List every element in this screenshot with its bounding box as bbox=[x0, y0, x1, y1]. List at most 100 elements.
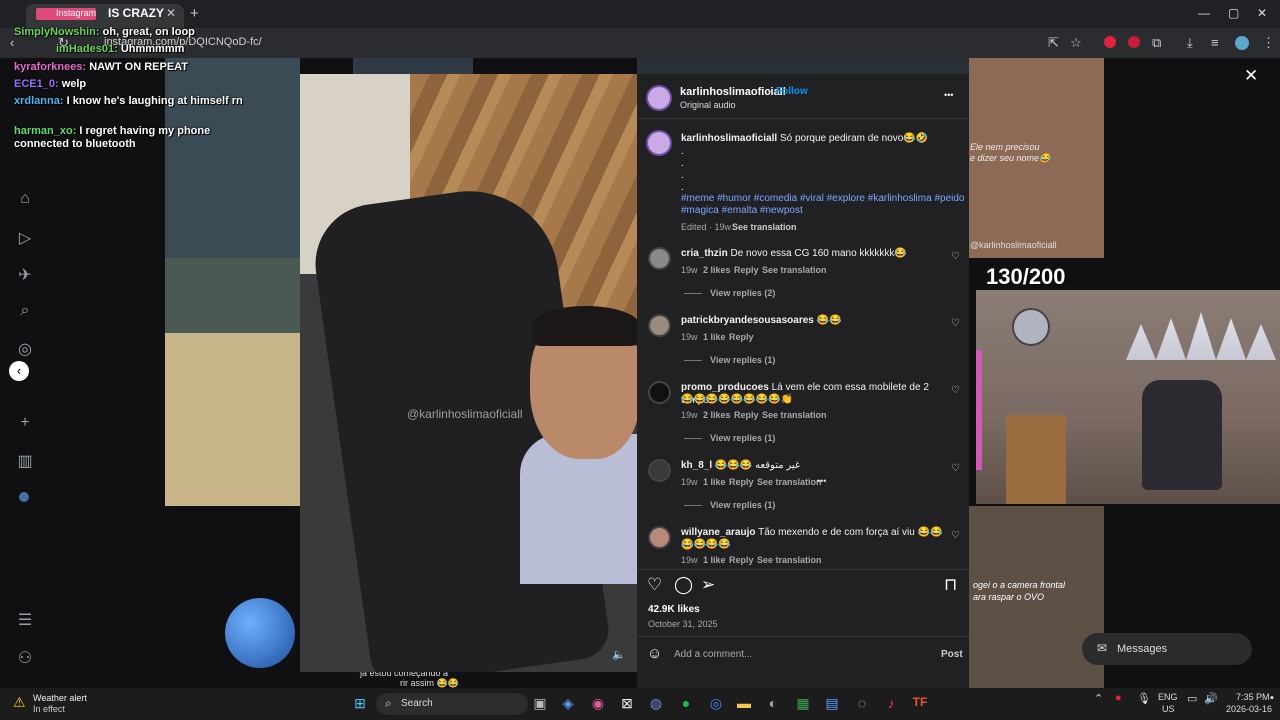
minimize-button[interactable]: — bbox=[1198, 6, 1210, 20]
comment-translate[interactable]: See translation bbox=[762, 410, 827, 420]
chrome-icon[interactable]: ◎ bbox=[706, 695, 726, 713]
more-menu-icon[interactable]: ☰ bbox=[16, 610, 34, 630]
view-replies[interactable]: View replies (1) bbox=[710, 433, 775, 443]
share-icon[interactable]: ➢ bbox=[701, 575, 715, 595]
window-close-button[interactable]: ✕ bbox=[1257, 6, 1267, 20]
view-replies[interactable]: View replies (1) bbox=[710, 500, 775, 510]
save-bookmark-icon[interactable]: ⊓ bbox=[944, 575, 957, 595]
comment-likes[interactable]: 1 like bbox=[703, 555, 726, 565]
new-tab-button[interactable]: + bbox=[190, 5, 199, 22]
speaker-icon[interactable]: 🔈 bbox=[612, 648, 626, 661]
network-icon[interactable]: ▭ bbox=[1187, 692, 1197, 705]
comment-translate[interactable]: See translation bbox=[757, 555, 822, 565]
maximize-button[interactable]: ▢ bbox=[1228, 6, 1239, 20]
close-modal-icon[interactable]: ✕ bbox=[1244, 66, 1258, 86]
taskbar-search-box[interactable] bbox=[376, 693, 528, 715]
extensions-puzzle-icon[interactable]: ⧉ bbox=[1152, 35, 1161, 51]
menu-icon[interactable]: ⋮ bbox=[1262, 35, 1275, 51]
extension-icon-2[interactable] bbox=[1128, 36, 1140, 48]
meta-icon[interactable]: ⚇ bbox=[16, 648, 34, 668]
comment-reply[interactable]: Reply bbox=[734, 265, 759, 275]
copilot-icon[interactable]: ◈ bbox=[558, 695, 578, 713]
create-icon[interactable]: + bbox=[16, 414, 34, 432]
extension-icon-1[interactable] bbox=[1104, 36, 1116, 48]
author-avatar[interactable] bbox=[646, 85, 672, 111]
comment-translate[interactable]: See translation bbox=[762, 265, 827, 275]
warning-icon[interactable]: ⚠ bbox=[13, 694, 26, 711]
emoji-icon[interactable]: ☺ bbox=[647, 645, 662, 662]
tab-close-icon[interactable]: ✕ bbox=[166, 6, 176, 20]
app-icon-3[interactable]: TF bbox=[910, 695, 930, 713]
discord-icon[interactable]: ◍ bbox=[646, 695, 666, 713]
hashtags-line-2[interactable]: #magica #emalta #newpost bbox=[681, 205, 803, 217]
comment-reply[interactable]: Reply bbox=[734, 410, 759, 420]
comment-avatar[interactable] bbox=[648, 381, 671, 404]
like-heart-icon[interactable]: ♡ bbox=[647, 575, 662, 595]
comment-avatar[interactable] bbox=[648, 314, 671, 337]
comment-input[interactable]: Add a comment... bbox=[674, 649, 752, 660]
volume-icon[interactable]: 🔊 bbox=[1204, 692, 1218, 705]
view-replies[interactable]: View replies (2) bbox=[710, 288, 775, 298]
caption-avatar[interactable] bbox=[646, 130, 672, 156]
comment-username[interactable]: willyane_araujo bbox=[681, 527, 755, 538]
weather-title[interactable]: Weather alert bbox=[33, 693, 87, 703]
comment-like-icon[interactable]: ♡ bbox=[951, 530, 960, 541]
comment-likes[interactable]: 2 likes bbox=[703, 410, 731, 420]
profile-icon[interactable] bbox=[19, 492, 29, 502]
bookmark-star-icon[interactable]: ☆ bbox=[1070, 35, 1082, 51]
notification-icon[interactable]: ▪ bbox=[1270, 692, 1274, 704]
home-icon[interactable]: ⌂ bbox=[16, 190, 34, 208]
task-view-icon[interactable]: ▣ bbox=[530, 695, 550, 713]
post-comment-button[interactable]: Post bbox=[941, 649, 963, 660]
caption-username[interactable]: karlinhoslimaoficiall bbox=[681, 133, 777, 144]
comment-reply[interactable]: Reply bbox=[729, 477, 754, 487]
more-options-icon[interactable]: ••• bbox=[944, 90, 953, 100]
microphone-icon[interactable]: 🎙 bbox=[1137, 692, 1151, 705]
spotify-icon[interactable]: ● bbox=[676, 695, 696, 713]
comment-reply[interactable]: Reply bbox=[729, 555, 754, 565]
tray-chevron-icon[interactable]: ⌃ bbox=[1094, 692, 1103, 705]
comment-avatar[interactable] bbox=[648, 459, 671, 482]
search-icon[interactable]: ⌕ bbox=[16, 302, 34, 320]
windows-start-icon[interactable]: ⊞ bbox=[350, 695, 370, 713]
install-icon[interactable]: ⇱ bbox=[1048, 35, 1059, 51]
dashboard-icon[interactable]: ▥ bbox=[16, 451, 34, 471]
comment-like-icon[interactable]: ♡ bbox=[951, 318, 960, 329]
reels-icon[interactable]: ▷ bbox=[16, 228, 34, 248]
comment-translate[interactable]: See translation bbox=[757, 477, 822, 487]
video-player[interactable]: @karlinhoslimaoficiall 🔈 bbox=[300, 74, 637, 672]
see-translation-link[interactable]: See translation bbox=[732, 222, 797, 232]
capcut-icon[interactable]: ⊠ bbox=[617, 695, 637, 713]
comment-likes[interactable]: 2 likes bbox=[703, 265, 731, 275]
comment-likes[interactable]: 1 like bbox=[703, 332, 726, 342]
file-explorer-icon[interactable]: ▬ bbox=[734, 695, 754, 713]
obs-icon[interactable]: ◌ bbox=[852, 695, 872, 713]
comment-avatar[interactable] bbox=[648, 526, 671, 549]
tiktok-icon[interactable]: ♪ bbox=[881, 695, 901, 713]
comment-username[interactable]: promo_producoes bbox=[681, 382, 769, 393]
follow-button[interactable]: Follow bbox=[776, 86, 808, 97]
original-audio-link[interactable]: Original audio bbox=[680, 100, 736, 110]
previous-post-button[interactable]: ‹ bbox=[9, 361, 29, 381]
comment-bubble-icon[interactable]: ◯ bbox=[674, 575, 693, 595]
comment-username[interactable]: patrickbryandesousasoares bbox=[681, 315, 814, 326]
download-icon[interactable]: ⤓ bbox=[1187, 35, 1193, 51]
comment-reply[interactable]: Reply bbox=[729, 332, 754, 342]
language-code[interactable]: ENG bbox=[1158, 692, 1178, 702]
clock-time[interactable]: 7:35 PM bbox=[1236, 692, 1270, 702]
comment-username[interactable]: cria_thzin bbox=[681, 248, 728, 259]
comment-likes[interactable]: 1 like bbox=[703, 477, 726, 487]
view-replies[interactable]: View replies (1) bbox=[710, 355, 775, 365]
profile-avatar[interactable] bbox=[1235, 36, 1249, 50]
comment-like-icon[interactable]: ♡ bbox=[951, 463, 960, 474]
hashtags-line-1[interactable]: #meme #humor #comedia #viral #explore #k… bbox=[681, 193, 964, 205]
like-count[interactable]: 42.9K likes bbox=[648, 604, 700, 615]
excel-icon[interactable]: ▦ bbox=[793, 695, 813, 713]
comment-more-icon[interactable]: ••• bbox=[817, 476, 826, 486]
explore-icon[interactable]: ✈ bbox=[16, 265, 34, 285]
comment-username[interactable]: kh_8_l bbox=[681, 460, 712, 471]
comment-avatar[interactable] bbox=[648, 247, 671, 270]
playlist-icon[interactable]: ≡ bbox=[1211, 35, 1219, 50]
steam-icon[interactable]: ◐ bbox=[763, 695, 783, 713]
compass-icon[interactable]: ◎ bbox=[16, 339, 34, 359]
